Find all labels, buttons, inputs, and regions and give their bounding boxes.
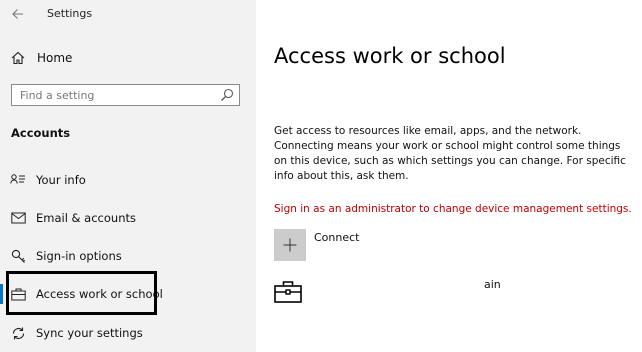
sidebar: Settings Home Accounts Your info	[0, 0, 256, 352]
nav-item-sync-settings[interactable]: Sync your settings	[0, 316, 256, 350]
work-account-item[interactable]: ain	[274, 278, 634, 306]
highlight-annotation-box	[6, 271, 157, 315]
back-button[interactable]	[8, 4, 28, 24]
description-text: Get access to resources like email, apps…	[274, 125, 626, 182]
nav-item-your-info[interactable]: Your info	[0, 163, 256, 197]
nav-item-sign-in-options[interactable]: Sign-in options	[0, 239, 256, 273]
back-arrow-icon	[12, 9, 23, 19]
account-name-text: ain	[484, 278, 501, 291]
nav-item-label: Sign-in options	[36, 249, 122, 263]
app-title: Settings	[47, 7, 93, 20]
briefcase-icon	[274, 281, 302, 303]
person-card-icon	[10, 172, 26, 188]
admin-warning-link[interactable]: Sign in as an administrator to change de…	[274, 203, 632, 215]
envelope-icon	[10, 210, 26, 226]
redacted-account-name	[310, 280, 500, 296]
plus-icon	[274, 229, 306, 261]
home-label: Home	[37, 51, 73, 65]
home-icon	[10, 50, 26, 66]
nav-item-email-accounts[interactable]: Email & accounts	[0, 201, 256, 235]
nav-item-label: Sync your settings	[36, 326, 143, 340]
sync-icon	[10, 325, 26, 341]
nav-item-label: Your info	[36, 173, 86, 187]
selection-indicator	[0, 284, 3, 304]
home-nav-item[interactable]: Home	[10, 48, 72, 68]
connect-button[interactable]: Connect	[274, 229, 359, 261]
section-heading: Accounts	[11, 126, 71, 140]
search-box[interactable]	[11, 84, 240, 106]
key-icon	[10, 248, 26, 264]
title-bar: Settings	[0, 0, 256, 30]
search-input[interactable]	[12, 85, 220, 105]
main-content: Access work or school Get access to reso…	[256, 0, 642, 352]
page-title: Access work or school	[274, 44, 506, 68]
search-icon[interactable]	[220, 88, 234, 102]
connect-label: Connect	[314, 231, 360, 244]
nav-item-label: Email & accounts	[36, 211, 136, 225]
